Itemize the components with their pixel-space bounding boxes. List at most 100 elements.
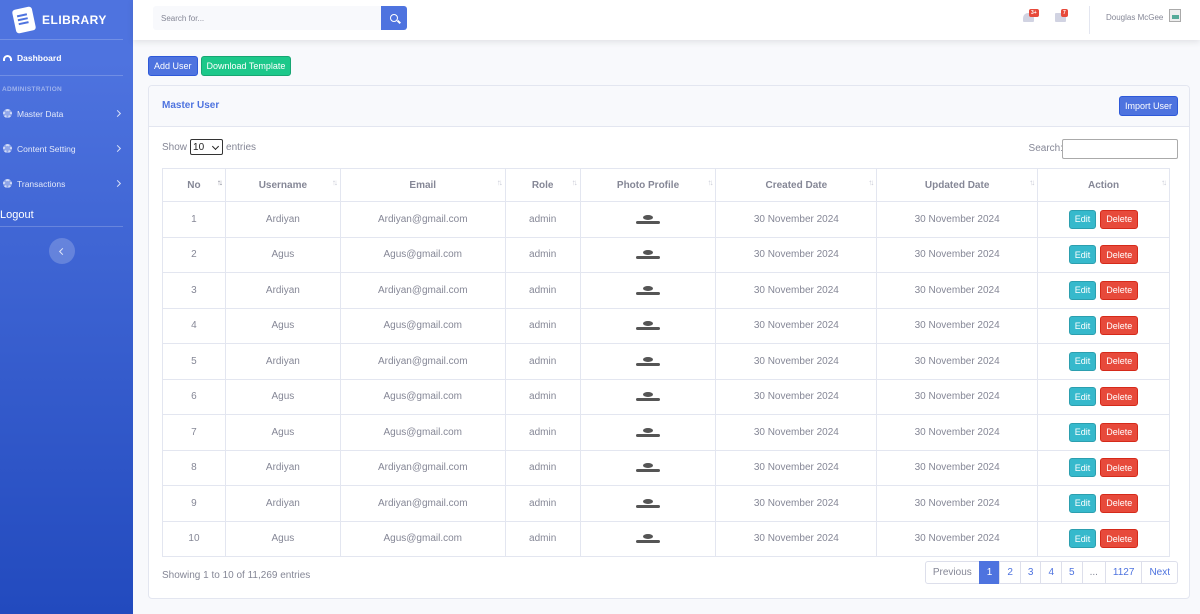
sidebar-item-transactions[interactable]: Transactions — [0, 166, 133, 201]
edit-button[interactable]: Edit — [1068, 493, 1097, 513]
cell-no: 10 — [162, 520, 226, 557]
tachometer-icon — [3, 54, 12, 61]
user-name[interactable]: Douglas McGee — [1106, 13, 1163, 22]
edit-button[interactable]: Edit — [1068, 351, 1097, 371]
edit-button[interactable]: Edit — [1068, 529, 1097, 549]
delete-button[interactable]: Delete — [1100, 316, 1139, 336]
topbar-divider — [1089, 6, 1090, 34]
delete-button[interactable]: Delete — [1100, 209, 1139, 229]
card-title: Master User — [162, 100, 220, 111]
gear-icon — [3, 179, 12, 188]
cell-no: 7 — [162, 414, 226, 451]
delete-button[interactable]: Delete — [1100, 280, 1139, 300]
sidebar-item-logout[interactable]: Logout — [0, 204, 133, 226]
cell-updated: 30 November 2024 — [876, 449, 1039, 486]
page-button[interactable]: 4 — [1040, 561, 1063, 584]
cell-updated: 30 November 2024 — [876, 520, 1039, 557]
cell-updated: 30 November 2024 — [876, 414, 1039, 451]
gear-icon — [3, 144, 12, 153]
bell-icon[interactable]: 3+ — [1023, 9, 1039, 22]
column-header-no[interactable]: No ↑↓ — [162, 168, 226, 202]
cell-action: Edit Delete — [1037, 272, 1170, 309]
edit-button[interactable]: Edit — [1068, 209, 1097, 229]
next-button[interactable]: Next — [1141, 561, 1178, 584]
page-button[interactable]: 1 — [978, 561, 1001, 584]
column-header-photo[interactable]: Photo Profile ↑↓ — [579, 168, 717, 202]
cell-no: 1 — [162, 201, 226, 238]
cell-created: 30 November 2024 — [715, 520, 878, 557]
cell-role: admin — [504, 343, 581, 380]
table-search-input[interactable] — [1062, 139, 1178, 159]
page-button[interactable]: 1127 — [1104, 561, 1143, 584]
cell-email: Ardiyan@gmail.com — [339, 201, 506, 238]
delete-button[interactable]: Delete — [1100, 493, 1139, 513]
download-template-button[interactable]: Download Template — [200, 56, 292, 76]
profile-photo-icon — [636, 463, 661, 473]
edit-button[interactable]: Edit — [1068, 316, 1097, 336]
search-button[interactable] — [381, 6, 407, 30]
page-button[interactable]: 5 — [1061, 561, 1083, 584]
cell-email: Ardiyan@gmail.com — [339, 343, 506, 380]
entries-length: Show 10 entries — [162, 139, 256, 155]
delete-button[interactable]: Delete — [1100, 351, 1139, 371]
import-user-button[interactable]: Import User — [1118, 96, 1178, 116]
sidebar-item-label: Dashboard — [17, 52, 62, 63]
show-label: Show — [162, 141, 188, 153]
cell-username: Ardiyan — [224, 272, 341, 309]
delete-button[interactable]: Delete — [1100, 387, 1139, 407]
envelope-icon[interactable]: 7 — [1055, 9, 1068, 22]
avatar[interactable] — [1169, 9, 1181, 22]
search-input[interactable] — [153, 6, 381, 30]
cell-no: 2 — [162, 236, 226, 273]
brand[interactable]: ELIBRARY — [0, 0, 123, 40]
cell-photo — [579, 485, 717, 522]
cell-action: Edit Delete — [1037, 414, 1170, 451]
edit-button[interactable]: Edit — [1068, 387, 1097, 407]
column-header-created[interactable]: Created Date ↑↓ — [715, 168, 878, 202]
sidebar-toggle-button[interactable] — [48, 238, 75, 264]
cell-username: Ardiyan — [224, 201, 341, 238]
cell-created: 30 November 2024 — [715, 307, 878, 344]
column-header-username[interactable]: Username ↑↓ — [224, 168, 341, 202]
sidebar-item-master-data[interactable]: Master Data — [0, 96, 133, 131]
sort-icon: ↑↓ — [571, 178, 578, 187]
gear-icon — [3, 109, 12, 118]
column-header-email[interactable]: Email ↑↓ — [339, 168, 506, 202]
column-header-action[interactable]: Action ↑↓ — [1037, 168, 1170, 202]
sidebar-item-content-setting[interactable]: Content Setting — [0, 131, 133, 166]
table-info: Showing 1 to 10 of 11,269 entries — [162, 570, 311, 581]
cell-no: 8 — [162, 449, 226, 486]
column-header-updated[interactable]: Updated Date ↑↓ — [876, 168, 1039, 202]
delete-button[interactable]: Delete — [1100, 245, 1139, 265]
delete-button[interactable]: Delete — [1100, 422, 1139, 442]
cell-no: 6 — [162, 378, 226, 415]
delete-button[interactable]: Delete — [1100, 529, 1139, 549]
cell-username: Ardiyan — [224, 343, 341, 380]
edit-button[interactable]: Edit — [1068, 422, 1097, 442]
previous-button[interactable]: Previous — [924, 561, 980, 584]
page-button[interactable]: 3 — [1019, 561, 1042, 584]
cell-no: 9 — [162, 485, 226, 522]
cell-photo — [579, 520, 717, 557]
topbar: 3+ 7 Douglas McGee — [133, 0, 1200, 40]
search-icon — [390, 14, 398, 22]
sidebar-item-dashboard[interactable]: Dashboard — [0, 40, 133, 75]
cell-username: Agus — [224, 520, 341, 557]
edit-button[interactable]: Edit — [1068, 280, 1097, 300]
profile-photo-icon — [636, 285, 661, 296]
column-header-role[interactable]: Role ↑↓ — [504, 168, 581, 202]
sidebar-item-label: Transactions — [17, 178, 66, 189]
cell-role: admin — [504, 201, 581, 238]
page-actions: Add User Download Template — [148, 56, 292, 76]
cell-username: Agus — [224, 307, 341, 344]
add-user-button[interactable]: Add User — [148, 56, 198, 76]
edit-button[interactable]: Edit — [1068, 458, 1097, 478]
messages-badge: 7 — [1061, 9, 1068, 17]
edit-button[interactable]: Edit — [1068, 245, 1097, 265]
cell-action: Edit Delete — [1037, 343, 1170, 380]
page-size-select[interactable]: 10 — [190, 139, 224, 155]
profile-photo-icon — [636, 356, 661, 367]
delete-button[interactable]: Delete — [1100, 458, 1139, 478]
page-button[interactable]: 2 — [999, 561, 1021, 584]
cell-created: 30 November 2024 — [715, 272, 878, 309]
